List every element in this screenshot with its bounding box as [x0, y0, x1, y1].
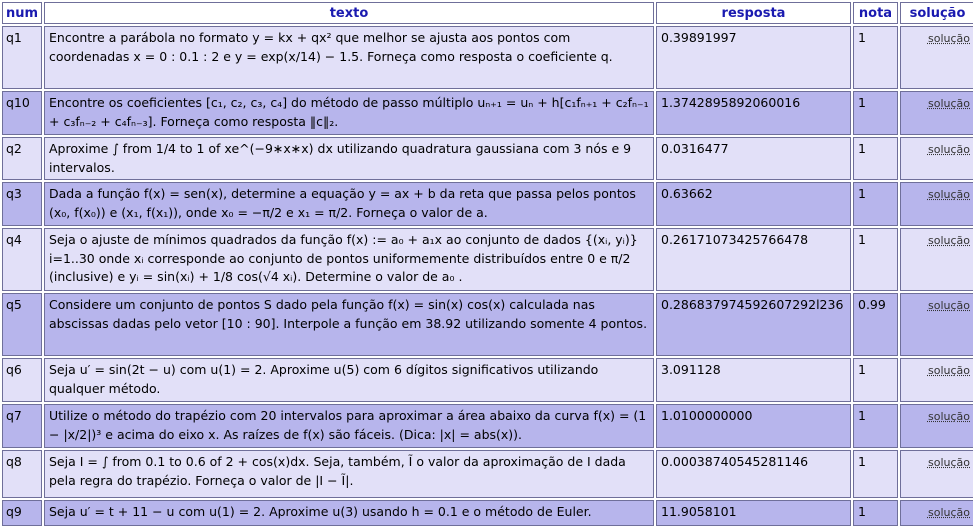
answer-value: 0.0316477 [656, 137, 851, 180]
solution-cell: solução [900, 450, 973, 498]
answer-value: 0.26171073425766478 [656, 228, 851, 291]
solution-cell: solução [900, 182, 973, 226]
solution-cell: solução [900, 358, 973, 402]
solution-link[interactable]: solução [928, 299, 970, 312]
question-text: Considere um conjunto de pontos S dado p… [44, 293, 654, 356]
table-row: q10 Encontre os coeficientes [c₁, c₂, c₃… [2, 91, 973, 135]
question-num: q6 [2, 358, 42, 402]
question-text: Seja o ajuste de mínimos quadrados da fu… [44, 228, 654, 291]
answer-value: 0.39891997 [656, 26, 851, 89]
question-num: q9 [2, 500, 42, 526]
header-num[interactable]: num [2, 2, 42, 24]
question-num: q7 [2, 404, 42, 448]
answer-value: 0.63662 [656, 182, 851, 226]
grade-value: 1 [853, 137, 898, 180]
solution-link[interactable]: solução [928, 32, 970, 45]
header-texto[interactable]: texto [44, 2, 654, 24]
question-num: q10 [2, 91, 42, 135]
solution-cell: solução [900, 293, 973, 356]
questions-table: num texto resposta nota solução q1 Encon… [0, 0, 973, 528]
solution-link[interactable]: solução [928, 143, 970, 156]
answer-value: 0.00038740545281146 [656, 450, 851, 498]
solution-link[interactable]: solução [928, 506, 970, 519]
grade-value: 1 [853, 26, 898, 89]
question-text: Seja u′ = sin(2t − u) com u(1) = 2. Apro… [44, 358, 654, 402]
table-row: q8 Seja I = ∫ from 0.1 to 0.6 of 2 + cos… [2, 450, 973, 498]
solution-cell: solução [900, 26, 973, 89]
solution-link[interactable]: solução [928, 456, 970, 469]
answer-value: 11.9058101 [656, 500, 851, 526]
answer-value: 1.0100000000 [656, 404, 851, 448]
question-text: Encontre os coeficientes [c₁, c₂, c₃, c₄… [44, 91, 654, 135]
table-row: q1 Encontre a parábola no formato y = kx… [2, 26, 973, 89]
answer-value: 1.3742895892060016 [656, 91, 851, 135]
solution-cell: solução [900, 228, 973, 291]
question-num: q2 [2, 137, 42, 180]
question-text: Dada a função f(x) = sen(x), determine a… [44, 182, 654, 226]
table-row: q9 Seja u′ = t + 11 − u com u(1) = 2. Ap… [2, 500, 973, 526]
question-text: Aproxime ∫ from 1/4 to 1 of xe^(−9∗x∗x) … [44, 137, 654, 180]
grade-value: 1 [853, 500, 898, 526]
question-text: Utilize o método do trapézio com 20 inte… [44, 404, 654, 448]
question-num: q4 [2, 228, 42, 291]
table-row: q3 Dada a função f(x) = sen(x), determin… [2, 182, 973, 226]
question-text: Seja I = ∫ from 0.1 to 0.6 of 2 + cos(x)… [44, 450, 654, 498]
solution-cell: solução [900, 137, 973, 180]
header-nota[interactable]: nota [853, 2, 898, 24]
grade-value: 1 [853, 91, 898, 135]
question-text: Encontre a parábola no formato y = kx + … [44, 26, 654, 89]
question-num: q5 [2, 293, 42, 356]
answer-value: 3.091128 [656, 358, 851, 402]
answer-value: 0.286837974592607292l236 [656, 293, 851, 356]
grade-value: 1 [853, 450, 898, 498]
table-row: q6 Seja u′ = sin(2t − u) com u(1) = 2. A… [2, 358, 973, 402]
header-resposta[interactable]: resposta [656, 2, 851, 24]
solution-link[interactable]: solução [928, 97, 970, 110]
question-num: q1 [2, 26, 42, 89]
table-row: q5 Considere um conjunto de pontos S dad… [2, 293, 973, 356]
solution-cell: solução [900, 500, 973, 526]
solution-link[interactable]: solução [928, 410, 970, 423]
grade-value: 0.99 [853, 293, 898, 356]
solution-cell: solução [900, 404, 973, 448]
table-header-row: num texto resposta nota solução [2, 2, 973, 24]
grade-value: 1 [853, 182, 898, 226]
solution-link[interactable]: solução [928, 188, 970, 201]
table-row: q7 Utilize o método do trapézio com 20 i… [2, 404, 973, 448]
grade-value: 1 [853, 228, 898, 291]
question-num: q3 [2, 182, 42, 226]
solution-link[interactable]: solução [928, 234, 970, 247]
grade-value: 1 [853, 358, 898, 402]
solution-cell: solução [900, 91, 973, 135]
table-row: q2 Aproxime ∫ from 1/4 to 1 of xe^(−9∗x∗… [2, 137, 973, 180]
question-text: Seja u′ = t + 11 − u com u(1) = 2. Aprox… [44, 500, 654, 526]
header-solucao[interactable]: solução [900, 2, 973, 24]
question-num: q8 [2, 450, 42, 498]
table-row: q4 Seja o ajuste de mínimos quadrados da… [2, 228, 973, 291]
grade-value: 1 [853, 404, 898, 448]
solution-link[interactable]: solução [928, 364, 970, 377]
